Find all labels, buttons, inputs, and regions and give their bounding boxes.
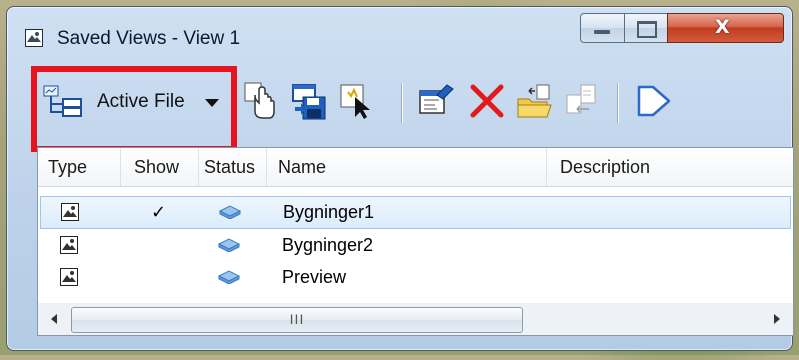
column-divider[interactable] xyxy=(266,148,267,186)
status-saved-icon xyxy=(218,270,240,284)
maximize-button[interactable] xyxy=(624,13,668,43)
column-divider[interactable] xyxy=(120,148,121,186)
horizontal-scrollbar[interactable]: III xyxy=(37,303,794,336)
saved-views-window: Saved Views - View 1 X Active File Type … xyxy=(6,6,794,351)
grip-icon: III xyxy=(289,311,305,327)
view-type-icon xyxy=(60,268,78,286)
view-type-icon xyxy=(60,236,78,254)
minimize-button[interactable] xyxy=(580,13,625,43)
column-header-type[interactable]: Type xyxy=(48,148,87,186)
column-header-name[interactable]: Name xyxy=(278,148,326,186)
chevron-left-icon xyxy=(51,314,57,324)
tree-view-icon xyxy=(43,85,82,117)
close-button[interactable]: X xyxy=(667,13,784,43)
list-header: Type Show Status Name Description xyxy=(38,148,793,187)
saved-views-list[interactable]: Type Show Status Name Description ✓ Bygn… xyxy=(37,147,794,304)
scroll-right-button[interactable] xyxy=(762,306,790,332)
export-icon xyxy=(566,84,596,114)
column-divider[interactable] xyxy=(546,148,547,186)
flag-icon xyxy=(637,85,671,117)
title-bar[interactable]: Saved Views - View 1 X xyxy=(7,7,792,55)
active-file-label: Active File xyxy=(97,91,185,112)
toolbar-separator xyxy=(401,83,402,123)
delete-button[interactable] xyxy=(467,81,507,121)
chevron-right-icon xyxy=(774,314,780,324)
column-header-status[interactable]: Status xyxy=(204,148,255,186)
window-title: Saved Views - View 1 xyxy=(57,28,241,49)
column-header-description[interactable]: Description xyxy=(560,148,650,186)
maximize-icon xyxy=(637,21,657,38)
import-icon xyxy=(517,84,552,118)
select-view-button[interactable] xyxy=(337,81,377,121)
scrollbar-thumb[interactable]: III xyxy=(71,307,523,333)
toolbar: Active File xyxy=(15,61,782,152)
view-type-icon xyxy=(61,203,79,221)
apply-view-icon xyxy=(244,82,275,119)
status-saved-icon xyxy=(219,205,241,219)
table-row[interactable]: Bygninger2 xyxy=(38,230,793,261)
properties-icon xyxy=(419,84,454,114)
import-button[interactable] xyxy=(515,81,555,121)
save-view-icon xyxy=(292,84,326,120)
active-file-dropdown[interactable]: Active File xyxy=(43,81,223,121)
apply-view-button[interactable] xyxy=(241,81,281,121)
scroll-left-button[interactable] xyxy=(41,306,69,332)
view-name: Bygninger2 xyxy=(282,235,374,255)
properties-button[interactable] xyxy=(417,81,457,121)
show-checkmark[interactable]: ✓ xyxy=(151,197,166,228)
flag-button[interactable] xyxy=(633,81,673,121)
select-view-icon xyxy=(340,84,370,119)
table-row[interactable]: Preview xyxy=(38,262,793,293)
column-header-show[interactable]: Show xyxy=(134,148,179,186)
saved-views-app-icon xyxy=(25,29,43,47)
view-name: Preview xyxy=(282,267,347,287)
chevron-down-icon xyxy=(205,99,219,107)
minimize-icon xyxy=(594,30,610,34)
save-view-button[interactable] xyxy=(289,81,329,121)
table-row[interactable]: ✓ Bygninger1 xyxy=(40,196,791,229)
column-divider[interactable] xyxy=(198,148,199,186)
status-saved-icon xyxy=(218,238,240,252)
export-button[interactable] xyxy=(563,81,603,121)
delete-icon xyxy=(470,84,504,118)
close-icon: X xyxy=(715,16,730,38)
toolbar-separator xyxy=(617,83,618,123)
view-name: Bygninger1 xyxy=(283,202,375,222)
